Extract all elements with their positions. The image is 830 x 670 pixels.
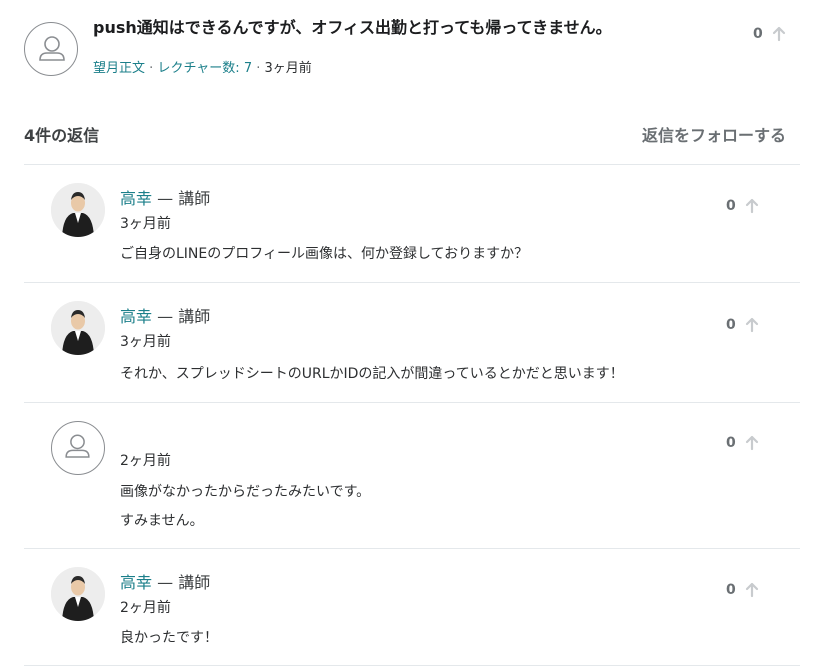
upvote-button[interactable]: 0 [726,198,760,214]
arrow-up-icon [772,26,785,42]
user-placeholder-icon[interactable] [51,421,105,475]
arrow-up-icon [745,198,758,214]
reply-time: 2ヶ月前 [120,600,171,616]
author-link[interactable]: 望月正文 [93,61,145,76]
reply-time: 2ヶ月前 [120,453,171,469]
author-link[interactable]: 高幸 [120,307,152,326]
question-title: push通知はできるんですが、オフィス出勤と打っても帰ってきません。 [93,18,612,37]
vote-count: 0 [753,26,763,42]
upvote-button[interactable]: 0 [726,435,760,451]
arrow-up-icon [745,435,758,451]
upvote-button[interactable]: 0 [726,317,760,333]
author-role: — 講師 [157,573,211,592]
avatar[interactable] [51,567,105,621]
reply-time: 3ヶ月前 [120,334,171,350]
author-link[interactable]: 高幸 [120,189,152,208]
question-meta: 望月正文 · レクチャー数: 7 · 3ヶ月前 [93,57,312,76]
reply-author: 高幸 — 講師 [120,569,210,593]
follow-replies-button[interactable]: 返信をフォローする [642,122,786,146]
reply-body: ご自身のLINEのプロフィール画像は、何か登録しておりますか？ [120,246,529,262]
reply-item: 高幸 — 講師 3ヶ月前 ご自身のLINEのプロフィール画像は、何か登録しており… [24,164,800,282]
reply-item: 2ヶ月前 画像がなかったからだったみたいです。 すみません。 0 [24,402,800,548]
vote-count: 0 [726,198,736,214]
arrow-up-icon [745,582,758,598]
reply-body: すみません。 [120,513,204,529]
vote-count: 0 [726,435,736,451]
reply-body: 画像がなかったからだったみたいです。 [120,484,371,500]
reply-author: 高幸 — 講師 [120,303,210,327]
avatar[interactable] [51,301,105,355]
question-time: 3ヶ月前 [264,61,312,76]
upvote-button[interactable]: 0 [753,26,787,42]
reply-author: 高幸 — 講師 [120,185,210,209]
avatar[interactable] [51,183,105,237]
reply-body: それか、スプレッドシートのURLかIDの記入が間違っているとかだと思います！ [120,366,624,382]
reply-body: 良かったです！ [120,630,218,646]
reply-time: 3ヶ月前 [120,216,171,232]
vote-count: 0 [726,582,736,598]
question-header: push通知はできるんですが、オフィス出勤と打っても帰ってきません。 望月正文 … [24,12,800,82]
author-role: — 講師 [157,307,211,326]
upvote-button[interactable]: 0 [726,582,760,598]
reply-item: 高幸 — 講師 3ヶ月前 それか、スプレッドシートのURLかIDの記入が間違って… [24,282,800,402]
arrow-up-icon [745,317,758,333]
replies-header: 4件の返信 返信をフォローする [24,122,800,162]
author-link[interactable]: 高幸 [120,573,152,592]
author-role: — 講師 [157,189,211,208]
vote-count: 0 [726,317,736,333]
meta-separator: · [149,61,154,76]
user-placeholder-icon [24,22,78,76]
reply-item: 高幸 — 講師 2ヶ月前 良かったです！ 0 [24,548,800,666]
meta-separator: · [256,61,261,76]
lecture-count-link[interactable]: レクチャー数: 7 [157,61,252,76]
replies-count: 4件の返信 [24,126,100,145]
